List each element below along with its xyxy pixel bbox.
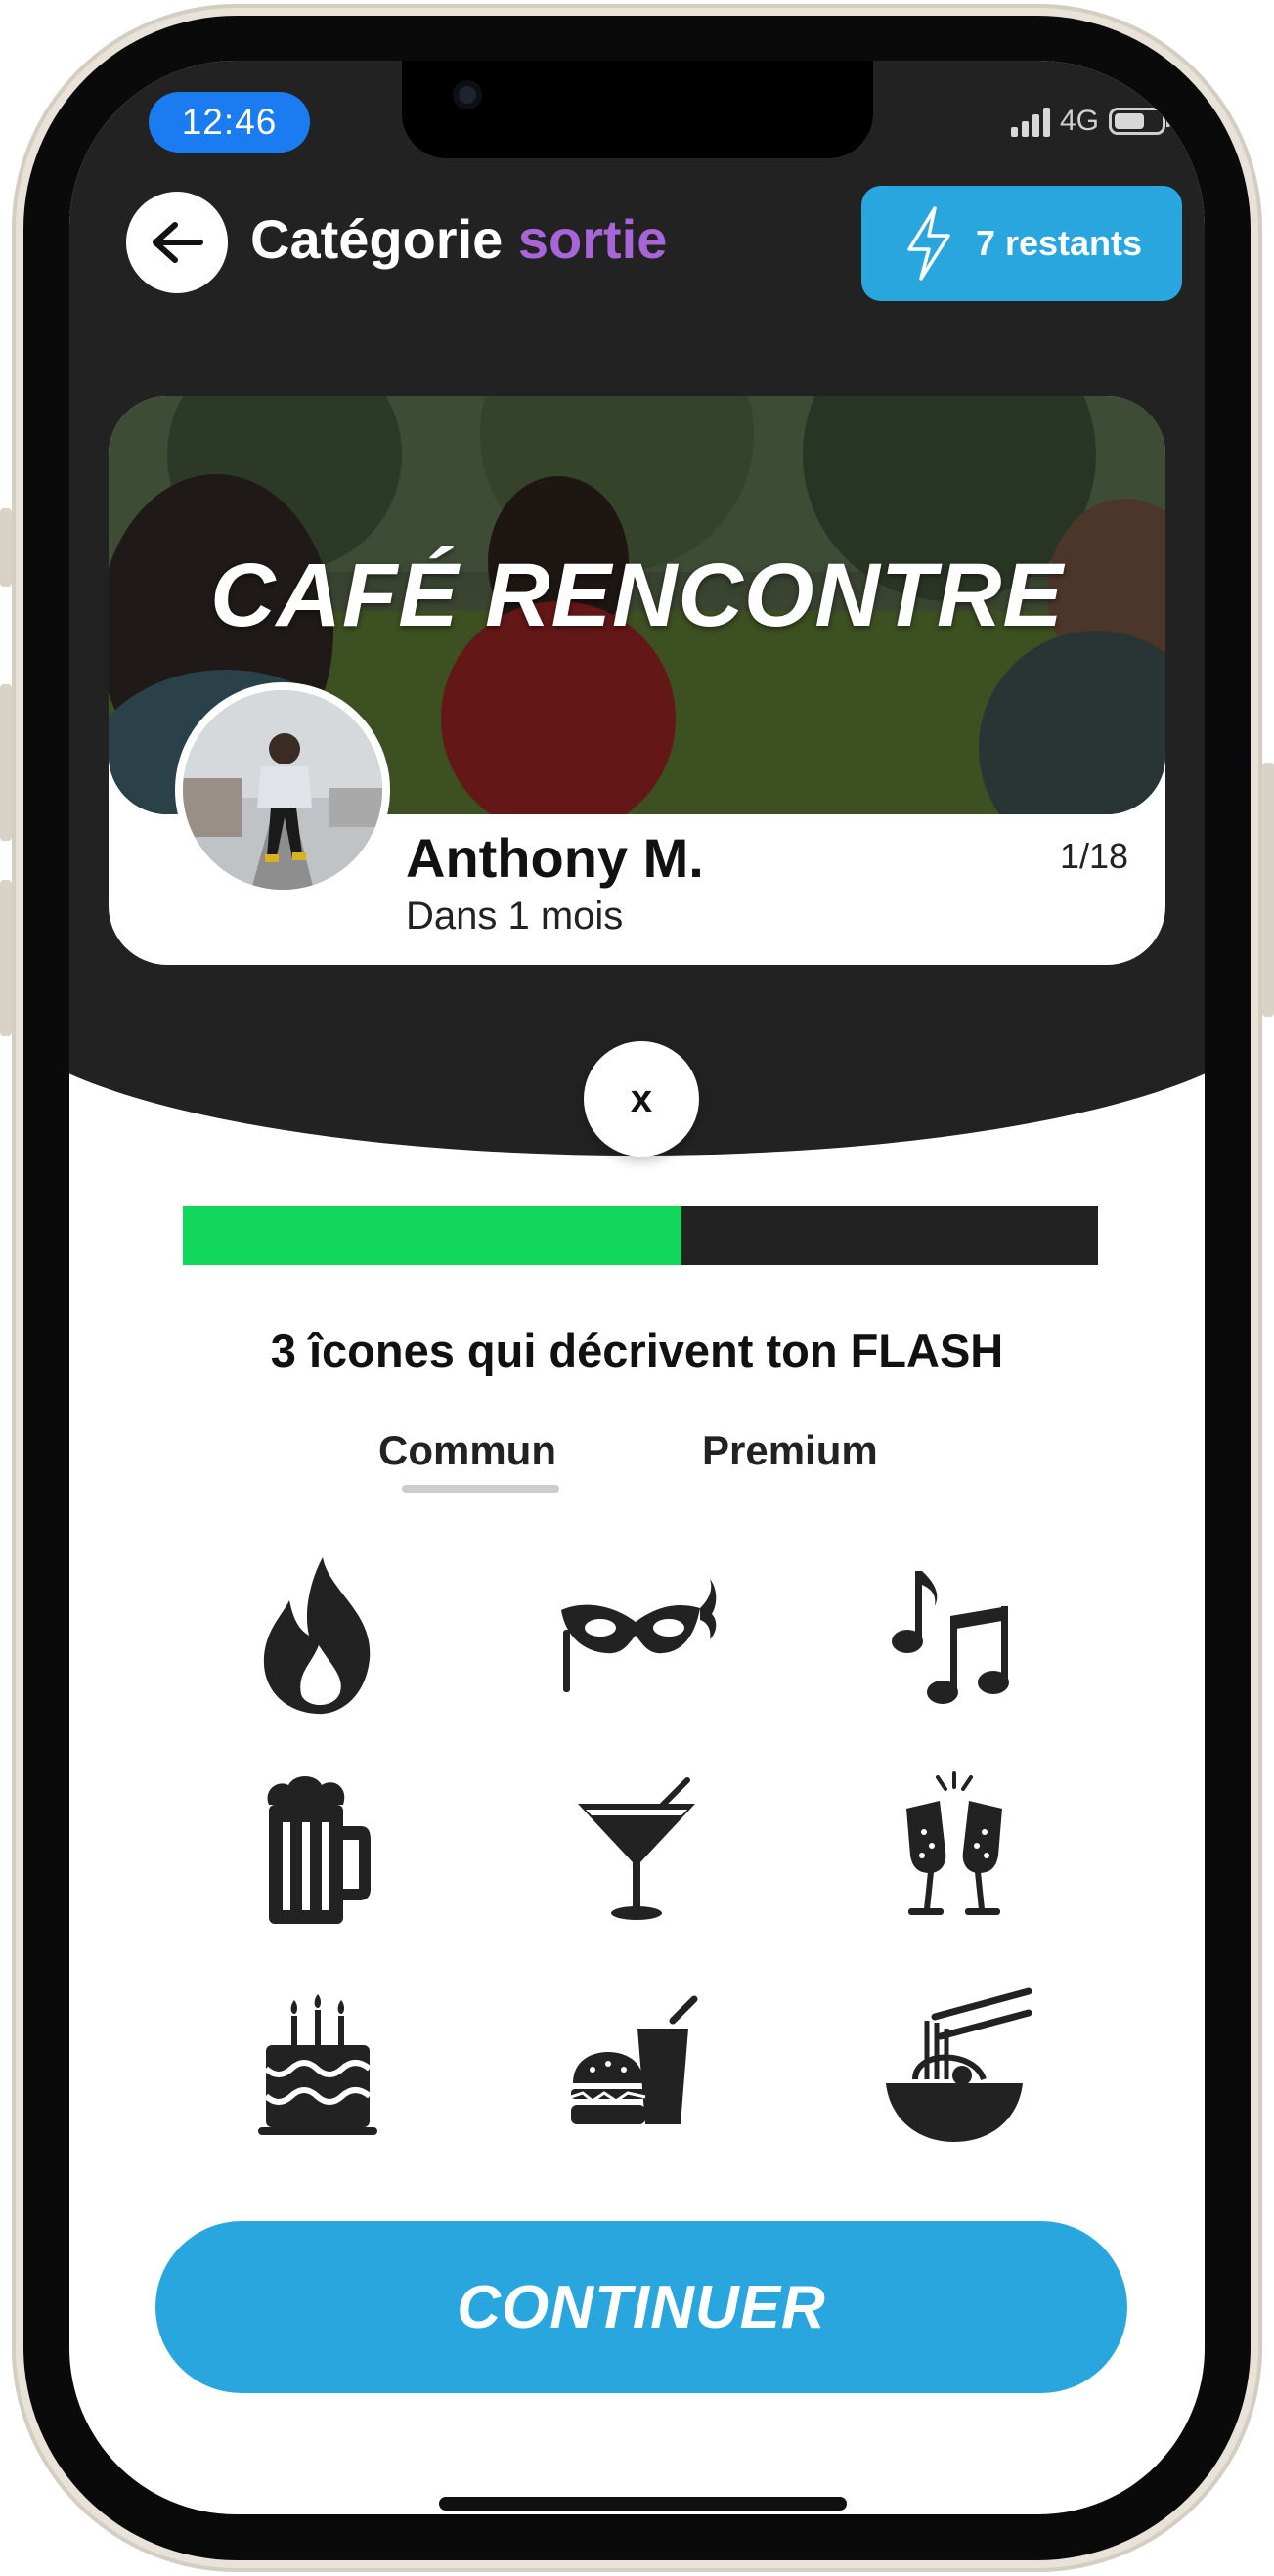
progress-fill xyxy=(183,1206,682,1265)
tab-commun[interactable]: Commun xyxy=(378,1427,556,1474)
credits-label: 7 restants xyxy=(975,223,1143,263)
notch xyxy=(402,61,873,158)
event-title: CAFÉ RENCONTRE xyxy=(210,546,1064,645)
champagne-toast-icon[interactable] xyxy=(847,1752,1062,1947)
avatar-photo xyxy=(183,690,382,890)
masquerade-mask-icon[interactable] xyxy=(529,1537,744,1732)
screen: 12:46 4G Catégorie sortie 7 restants CAF… xyxy=(69,61,1205,2514)
signal-icon xyxy=(1010,106,1050,137)
event-card[interactable]: CAFÉ RENCONTRE Anthony M. Dans 1 mois 1/… xyxy=(109,396,1165,965)
side-button xyxy=(0,508,12,587)
event-counter: 1/18 xyxy=(1060,836,1129,876)
cocktail-icon[interactable] xyxy=(529,1752,744,1947)
avatar[interactable] xyxy=(175,682,390,897)
volume-up-button xyxy=(0,684,12,841)
camera-icon xyxy=(453,80,482,109)
birthday-cake-icon[interactable] xyxy=(210,1967,425,2162)
page-title: Catégorie sortie xyxy=(250,207,667,271)
continue-button[interactable]: CONTINUER xyxy=(155,2221,1127,2393)
title-prefix: Catégorie xyxy=(250,208,504,270)
network-type: 4G xyxy=(1059,105,1099,137)
flash-credits-button[interactable]: 7 restants xyxy=(861,186,1182,301)
battery-icon xyxy=(1109,108,1170,135)
user-name: Anthony M. xyxy=(406,827,704,889)
noodle-bowl-icon[interactable] xyxy=(847,1967,1062,2162)
close-button[interactable]: x xyxy=(584,1041,699,1157)
fire-icon[interactable] xyxy=(210,1537,425,1732)
volume-down-button xyxy=(0,880,12,1036)
event-date: Dans 1 mois xyxy=(406,895,624,938)
arrow-left-icon xyxy=(153,222,203,263)
tab-premium[interactable]: Premium xyxy=(702,1427,878,1474)
fast-food-icon[interactable] xyxy=(529,1967,744,2162)
music-notes-icon[interactable] xyxy=(847,1537,1062,1732)
beer-mug-icon[interactable] xyxy=(210,1752,425,1947)
lightning-icon xyxy=(907,206,950,281)
icons-prompt: 3 îcones qui décrivent ton FLASH xyxy=(270,1325,1004,1376)
progress-bar xyxy=(183,1206,1098,1265)
back-button[interactable] xyxy=(126,192,228,293)
status-icons: 4G xyxy=(1010,105,1170,138)
status-time: 12:46 xyxy=(149,92,310,153)
home-indicator xyxy=(439,2497,847,2511)
power-button xyxy=(1262,763,1274,1017)
active-tab-indicator xyxy=(402,1485,559,1493)
title-accent: sortie xyxy=(517,208,668,270)
